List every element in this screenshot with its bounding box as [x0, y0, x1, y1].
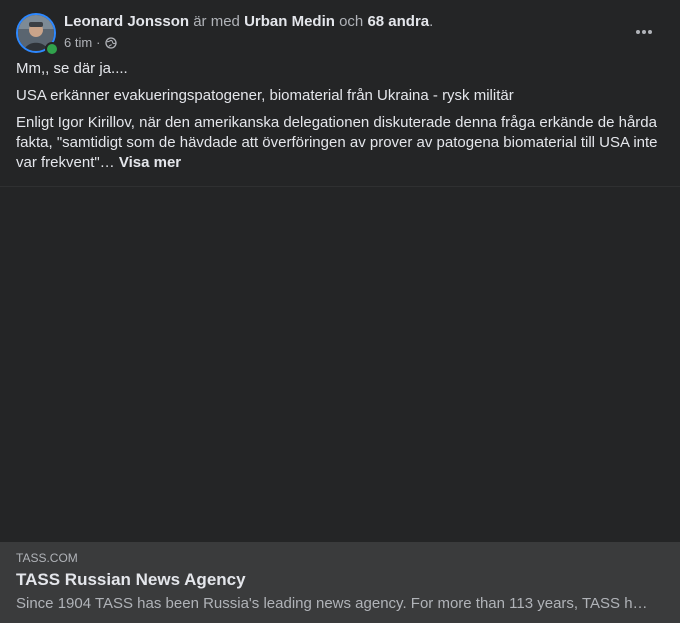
with-text: är med [193, 13, 240, 30]
more-options-button[interactable] [630, 18, 658, 46]
ellipsis-dot [648, 30, 652, 34]
feed-post: Leonard Jonsson är med Urban Medin och 6… [0, 0, 680, 623]
globe-icon[interactable] [104, 37, 117, 49]
post-header-line: Leonard Jonsson är med Urban Medin och 6… [64, 13, 433, 31]
meta-separator: · [96, 35, 101, 50]
post-text-line: USA erkänner evakueringspatogener, bioma… [16, 87, 514, 104]
post-header: Leonard Jonsson är med Urban Medin och 6… [16, 12, 664, 56]
post-time[interactable]: 6 tim [64, 35, 92, 51]
post-text-paragraph: Enligt Igor Kirillov, när den amerikansk… [16, 113, 666, 173]
link-domain: TASS.COM [16, 551, 78, 565]
post-text-line: Mm,, se där ja.... [16, 60, 128, 77]
and-text: och [339, 13, 364, 30]
see-more-link[interactable]: Visa mer [119, 154, 181, 171]
ellipsis-icon [636, 30, 640, 34]
post-text-excerpt: Enligt Igor Kirillov, när den amerikansk… [16, 114, 658, 171]
link-title[interactable]: TASS Russian News Agency [16, 570, 246, 590]
period: . [429, 13, 434, 30]
author-name[interactable]: Leonard Jonsson [64, 13, 189, 30]
post-body: Mm,, se där ja.... USA erkänner evakueri… [16, 59, 666, 181]
ellipsis-dot [642, 30, 646, 34]
others-link[interactable]: 68 andra [367, 13, 429, 30]
online-status-indicator [45, 42, 59, 56]
post-meta: 6 tim · [64, 35, 117, 51]
link-preview[interactable]: TASS.COM TASS Russian News Agency Since … [0, 542, 680, 623]
tagged-person[interactable]: Urban Medin [244, 13, 335, 30]
link-image[interactable] [0, 187, 680, 542]
link-description: Since 1904 TASS has been Russia's leadin… [16, 595, 650, 612]
